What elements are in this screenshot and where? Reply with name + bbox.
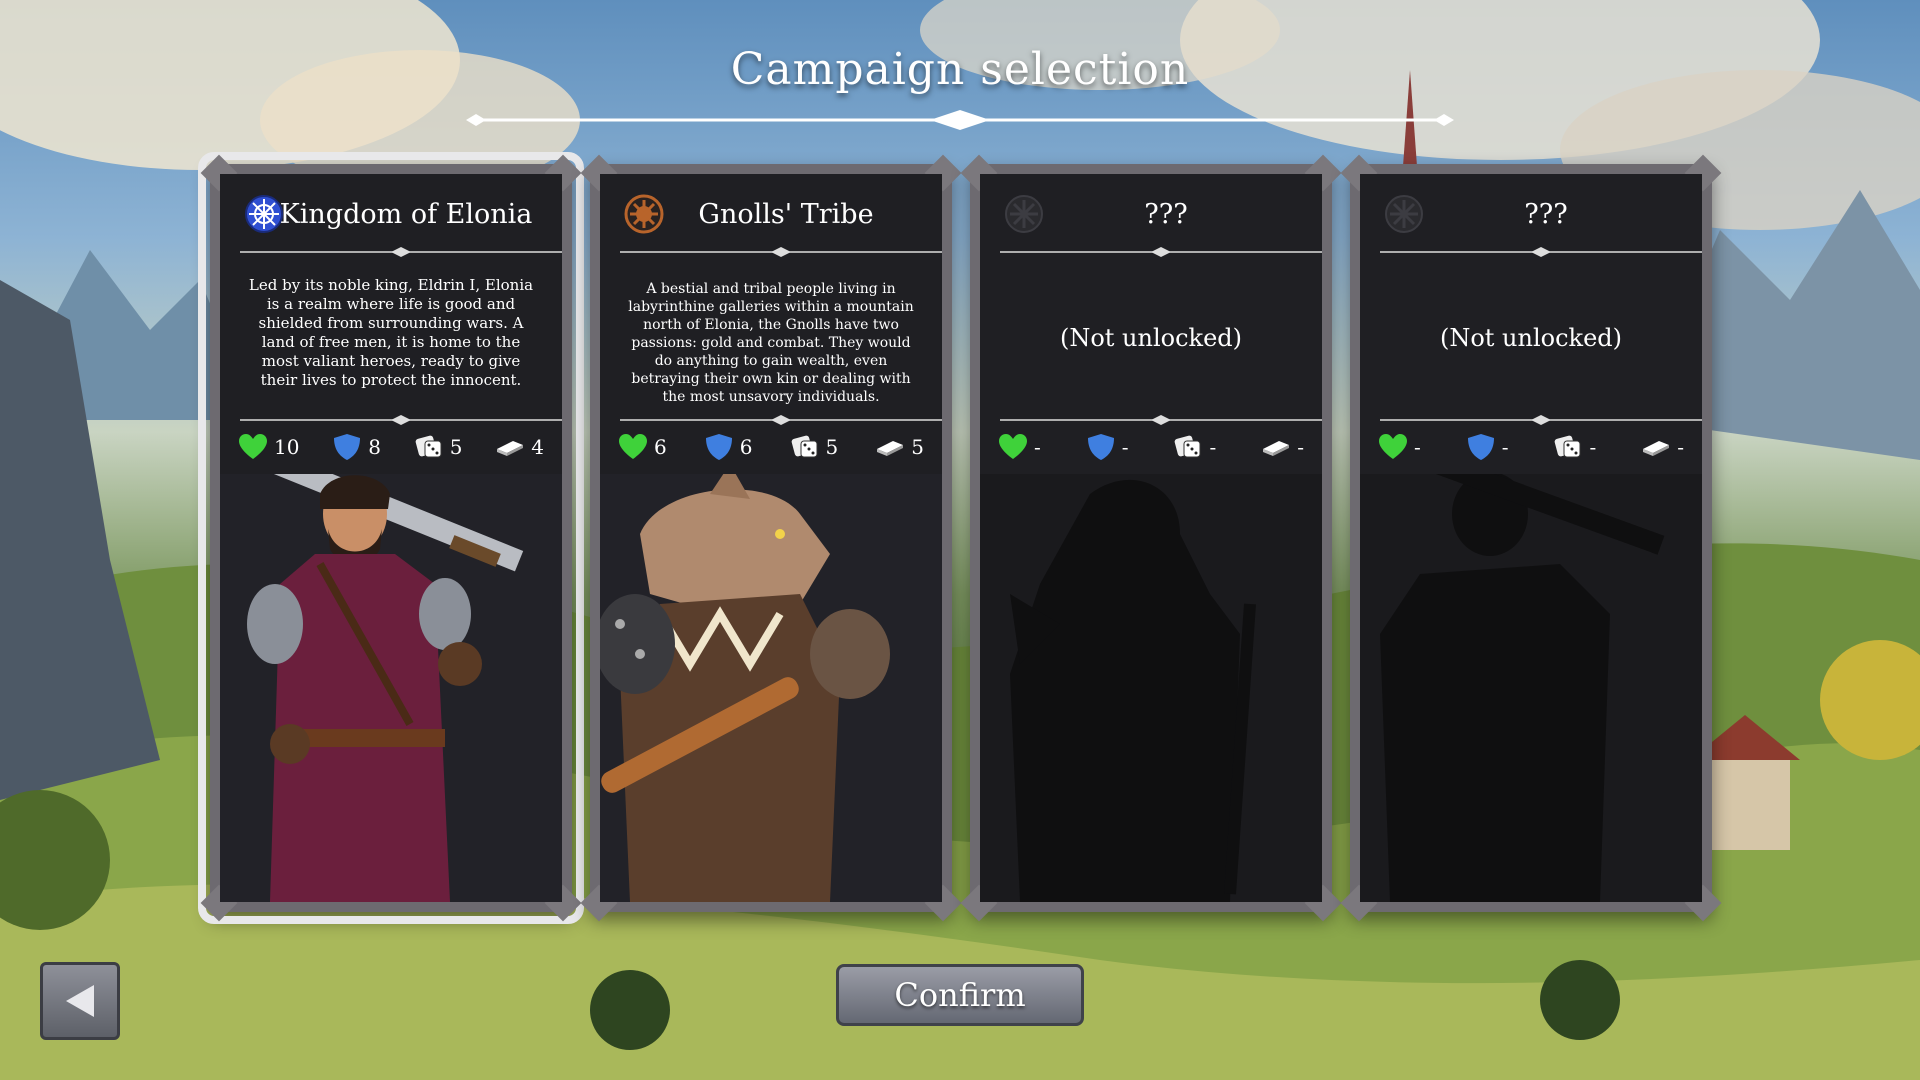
card-stack-icon <box>877 441 904 456</box>
card-header: ??? <box>1360 192 1702 236</box>
back-button[interactable] <box>40 962 120 1040</box>
locked-silhouette-illustration <box>1360 433 1702 902</box>
card-header: Gnolls' Tribe <box>600 192 942 236</box>
locked-label: (Not unlocked) <box>1059 324 1243 352</box>
hero-portrait <box>1360 433 1702 902</box>
stat-cards: - <box>1641 433 1684 461</box>
card-panel: Kingdom of Elonia Led by its noble king,… <box>220 174 562 902</box>
stat-health-value: 6 <box>654 435 667 459</box>
campaign-stats: - - - - <box>998 432 1304 462</box>
stat-health-value: - <box>1034 435 1041 459</box>
stat-health: 10 <box>238 433 299 461</box>
stat-dice: 5 <box>414 433 463 461</box>
stat-cards-value: - <box>1297 435 1304 459</box>
campaign-card-locked-2[interactable]: ??? (Not unlocked) - - - - <box>1340 154 1722 922</box>
header-divider <box>240 247 562 257</box>
stat-armor: - <box>1466 433 1509 461</box>
heart-icon <box>1379 434 1407 459</box>
card-header: Kingdom of Elonia <box>220 192 562 236</box>
campaign-stats: 10 8 5 4 <box>238 432 544 462</box>
screen-title: Campaign selection <box>730 44 1190 95</box>
stat-dice-value: - <box>1209 435 1217 459</box>
campaign-stats: 6 6 5 5 <box>618 432 924 462</box>
campaign-description: A bestial and tribal people living in la… <box>628 281 914 405</box>
campaign-card-kingdom-of-elonia[interactable]: Kingdom of Elonia Led by its noble king,… <box>198 152 584 924</box>
shield-icon <box>1087 434 1114 460</box>
stats-divider <box>240 415 562 425</box>
stat-health: 6 <box>618 433 667 461</box>
header-divider <box>1380 247 1702 257</box>
stat-health-value: 10 <box>274 435 300 459</box>
card-panel: Gnolls' Tribe A bestial and tribal peopl… <box>600 174 942 902</box>
shield-icon <box>334 434 361 460</box>
stat-armor: 8 <box>332 433 381 461</box>
heart-icon <box>999 434 1027 459</box>
heart-icon <box>239 434 267 459</box>
campaign-stats: - - - - <box>1378 432 1684 462</box>
king-hero-illustration <box>220 438 562 902</box>
stat-armor: - <box>1086 433 1129 461</box>
shield-icon <box>1467 434 1494 460</box>
campaign-name: Gnolls' Tribe <box>698 198 874 230</box>
dice-icon <box>1175 435 1201 458</box>
gnoll-hero-illustration <box>600 464 942 902</box>
hero-portrait <box>600 464 942 902</box>
stat-health: - <box>998 433 1041 461</box>
confirm-button[interactable]: Confirm <box>836 964 1084 1026</box>
stat-cards-value: - <box>1677 435 1684 459</box>
stat-armor-value: - <box>1121 435 1129 459</box>
campaign-name: ??? <box>1524 198 1568 230</box>
card-stack-icon <box>1643 441 1670 456</box>
shield-icon <box>705 434 732 460</box>
stat-health: - <box>1378 433 1421 461</box>
stat-cards-value: 4 <box>531 435 544 459</box>
dice-icon <box>791 435 817 458</box>
campaign-name: Kingdom of Elonia <box>279 198 533 230</box>
back-arrow-icon <box>66 985 94 1017</box>
stat-dice: 5 <box>790 433 839 461</box>
campaign-card-gnolls-tribe[interactable]: Gnolls' Tribe A bestial and tribal peopl… <box>580 154 962 922</box>
card-panel: ??? (Not unlocked) - - - - <box>1360 174 1702 902</box>
stat-cards: 5 <box>875 433 924 461</box>
hero-portrait <box>220 438 562 902</box>
stat-dice-value: 5 <box>449 435 463 459</box>
card-panel: ??? (Not unlocked) - - - - <box>980 174 1322 902</box>
stat-armor-value: 8 <box>368 435 381 459</box>
header-divider <box>1000 247 1322 257</box>
dice-icon <box>415 435 442 458</box>
card-header: ??? <box>980 192 1322 236</box>
title-divider-ornament <box>466 110 1454 130</box>
stat-armor-value: - <box>1501 435 1509 459</box>
dice-icon <box>1555 435 1581 458</box>
heart-icon <box>619 434 647 459</box>
campaign-description: Led by its noble king, Eldrin I, Elonia … <box>248 276 534 389</box>
stat-dice-value: - <box>1589 435 1597 459</box>
stat-dice: - <box>1173 433 1216 461</box>
stat-cards: 4 <box>495 433 544 461</box>
stat-armor-value: 6 <box>739 435 753 459</box>
locked-label: (Not unlocked) <box>1439 324 1623 352</box>
card-stack-icon <box>497 441 524 456</box>
hero-portrait <box>980 474 1322 902</box>
stats-divider <box>1000 415 1322 425</box>
stat-cards: - <box>1261 433 1304 461</box>
locked-silhouette-illustration <box>980 474 1322 902</box>
campaign-card-locked-1[interactable]: ??? (Not unlocked) - - - - <box>960 154 1342 922</box>
stat-dice: - <box>1553 433 1596 461</box>
card-stack-icon <box>1263 441 1290 456</box>
stats-divider <box>620 415 942 425</box>
stat-health-value: - <box>1414 435 1421 459</box>
campaign-name: ??? <box>1144 198 1188 230</box>
stat-armor: 6 <box>704 433 753 461</box>
stat-cards-value: 5 <box>911 435 924 459</box>
header-divider <box>620 247 942 257</box>
stats-divider <box>1380 415 1702 425</box>
stat-dice-value: 5 <box>825 435 839 459</box>
